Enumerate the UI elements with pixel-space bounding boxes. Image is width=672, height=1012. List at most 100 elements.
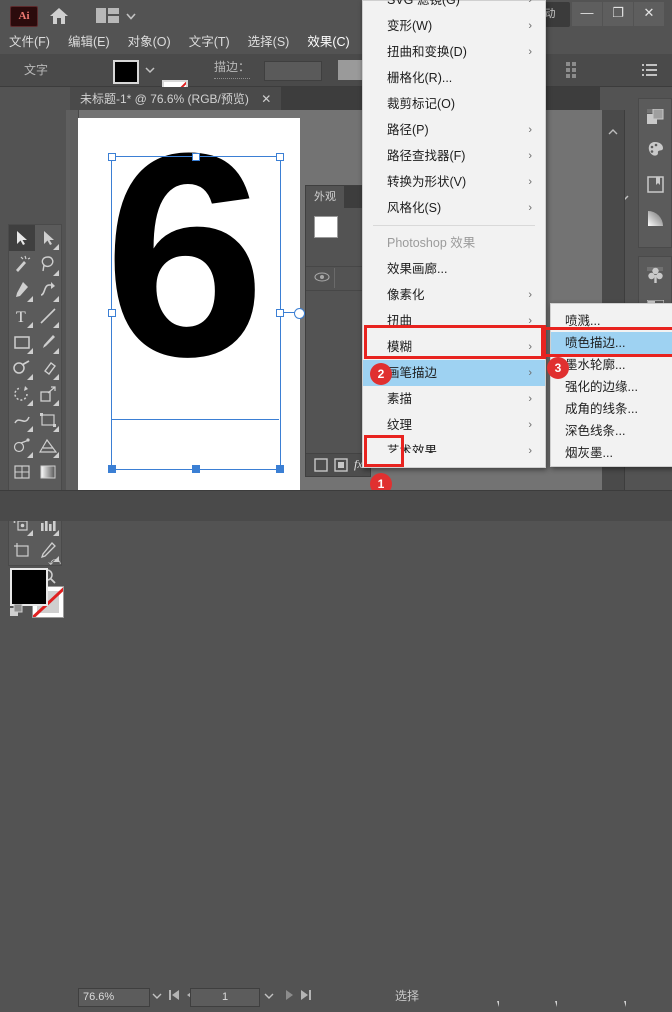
- effect-menu-group-photoshop-effects: Photoshop 效果: [363, 230, 545, 256]
- selection-handle-ml[interactable]: [108, 309, 116, 317]
- menu-select[interactable]: 选择(S): [239, 30, 299, 54]
- maximize-button[interactable]: ❐: [603, 2, 633, 26]
- status-grip-1: [495, 994, 507, 1007]
- menu-effect[interactable]: 效果(C): [298, 30, 358, 54]
- tab-appearance[interactable]: 外观: [306, 186, 344, 208]
- appearance-fill-swatch[interactable]: [314, 216, 338, 238]
- selection-handle-br[interactable]: [276, 465, 284, 473]
- line-segment-tool[interactable]: [35, 303, 61, 329]
- rectangle-tool[interactable]: [9, 329, 35, 355]
- align-icon[interactable]: [566, 62, 582, 78]
- scale-tool[interactable]: [35, 381, 61, 407]
- submenu-item-ink-outlines[interactable]: 墨水轮廓...: [551, 354, 672, 376]
- default-fill-stroke-icon[interactable]: [10, 603, 24, 618]
- menu-type[interactable]: 文字(T): [180, 30, 239, 54]
- effect-menu-item-stylize-ai[interactable]: 风格化(S) ›: [363, 195, 545, 221]
- appearance-row-stroke[interactable]: [306, 244, 370, 267]
- effect-menu-item-effect-gallery[interactable]: 效果画廊...: [363, 256, 545, 282]
- next-page-icon[interactable]: [284, 989, 296, 1004]
- gradient-icon[interactable]: [639, 201, 671, 235]
- fill-chevron-down-icon[interactable]: [142, 60, 158, 80]
- effect-menu-item-svg-filters[interactable]: SVG 滤镜(G) ›: [363, 0, 545, 13]
- text-object-anchor[interactable]: [294, 308, 305, 319]
- rotate-tool[interactable]: [9, 381, 35, 407]
- magic-wand-tool[interactable]: [9, 251, 35, 277]
- free-transform-tool[interactable]: [35, 407, 61, 433]
- mesh-tool[interactable]: [9, 459, 35, 485]
- annotation-box-sprayed-strokes: [541, 327, 672, 357]
- close-icon[interactable]: ✕: [261, 92, 271, 106]
- gradient-tool[interactable]: [35, 459, 61, 485]
- hamburger-icon[interactable]: [642, 63, 658, 82]
- artboard-tool[interactable]: [9, 537, 35, 563]
- clear-appearance-icon[interactable]: [334, 458, 348, 472]
- swap-fill-stroke-icon[interactable]: ⤺: [48, 554, 61, 569]
- effect-menu-item-label: 画笔描边: [387, 366, 438, 380]
- zoom-chevron-down-icon[interactable]: [150, 989, 164, 1008]
- minimize-button[interactable]: —: [572, 2, 602, 26]
- submenu-item-accented-edges[interactable]: 强化的边缘...: [551, 376, 672, 398]
- effect-menu-item-warp[interactable]: 变形(W) ›: [363, 13, 545, 39]
- effect-menu-item-pixelate[interactable]: 像素化 ›: [363, 282, 545, 308]
- options-bar: 文字 描边：: [0, 54, 672, 202]
- menu-object[interactable]: 对象(O): [119, 30, 180, 54]
- first-page-icon[interactable]: [168, 989, 180, 1004]
- eraser-tool[interactable]: [35, 355, 61, 381]
- artboard[interactable]: 6: [78, 110, 305, 490]
- layers-icon[interactable]: [639, 99, 671, 133]
- home-icon[interactable]: [48, 6, 70, 25]
- symbols-icon[interactable]: [639, 257, 671, 291]
- eye-icon[interactable]: [314, 270, 330, 288]
- effect-menu-item-distort-transform[interactable]: 扭曲和变换(D) ›: [363, 39, 545, 65]
- libraries-icon[interactable]: [639, 167, 671, 201]
- page-chevron-down-icon[interactable]: [262, 989, 276, 1008]
- effect-menu-item-rasterize[interactable]: 栅格化(R)...: [363, 65, 545, 91]
- arrange-documents-icon[interactable]: [96, 8, 120, 23]
- new-art-maintains-appearance-icon[interactable]: [314, 458, 328, 472]
- selection-handle-bl[interactable]: [108, 465, 116, 473]
- selection-handle-tl[interactable]: [108, 153, 116, 161]
- page-number-input[interactable]: 1: [190, 988, 260, 1007]
- lasso-tool[interactable]: [35, 251, 61, 277]
- chevron-right-icon: ›: [528, 176, 532, 188]
- effect-menu-item-convert-to-shape[interactable]: 转换为形状(V) ›: [363, 169, 545, 195]
- submenu-item-sumi-e[interactable]: 烟灰墨...: [551, 442, 672, 464]
- last-page-icon[interactable]: [300, 989, 312, 1004]
- close-button[interactable]: ✕: [634, 2, 664, 26]
- selection-handle-tr[interactable]: [276, 153, 284, 161]
- type-tool[interactable]: T: [9, 303, 35, 329]
- paintbrush-tool[interactable]: [35, 329, 61, 355]
- fill-swatch[interactable]: [113, 60, 139, 84]
- width-tool[interactable]: [9, 407, 35, 433]
- stroke-weight-input[interactable]: [264, 61, 322, 81]
- shape-builder-tool[interactable]: [9, 433, 35, 459]
- chevron-up-icon[interactable]: [607, 124, 619, 142]
- pen-tool[interactable]: [9, 277, 35, 303]
- selection-handle-bc[interactable]: [192, 465, 200, 473]
- dock-group-1: [638, 98, 672, 248]
- submenu-item-dark-strokes[interactable]: 深色线条...: [551, 420, 672, 442]
- menu-file[interactable]: 文件(F): [0, 30, 59, 54]
- zoom-level-input[interactable]: 76.6%: [78, 988, 150, 1007]
- effect-menu-item-path[interactable]: 路径(P) ›: [363, 117, 545, 143]
- direct-selection-tool[interactable]: [35, 225, 61, 251]
- effect-menu-item-sketch[interactable]: 素描 ›: [363, 386, 545, 412]
- color-palette-icon[interactable]: [639, 133, 671, 167]
- effect-menu-item-label: 素描: [387, 392, 413, 406]
- effect-menu-item-crop-marks[interactable]: 裁剪标记(O): [363, 91, 545, 117]
- selection-tool[interactable]: [9, 225, 35, 251]
- effect-menu-item-label: 变形(W): [387, 19, 433, 33]
- selection-handle-mr[interactable]: [276, 309, 284, 317]
- fill-color-swatch[interactable]: [10, 568, 48, 606]
- effect-menu-item-label: 转换为形状(V): [387, 175, 467, 189]
- submenu-item-angled-strokes[interactable]: 成角的线条...: [551, 398, 672, 420]
- effect-menu-item-label: 像素化: [387, 288, 425, 302]
- curvature-tool[interactable]: [35, 277, 61, 303]
- chevron-down-icon[interactable]: [124, 9, 138, 23]
- perspective-grid-tool[interactable]: [35, 433, 61, 459]
- shaper-tool[interactable]: [9, 355, 35, 381]
- appearance-panel-footer: fx.: [306, 453, 370, 476]
- selection-handle-tc[interactable]: [192, 153, 200, 161]
- effect-menu-item-pathfinder[interactable]: 路径查找器(F) ›: [363, 143, 545, 169]
- menu-edit[interactable]: 编辑(E): [59, 30, 119, 54]
